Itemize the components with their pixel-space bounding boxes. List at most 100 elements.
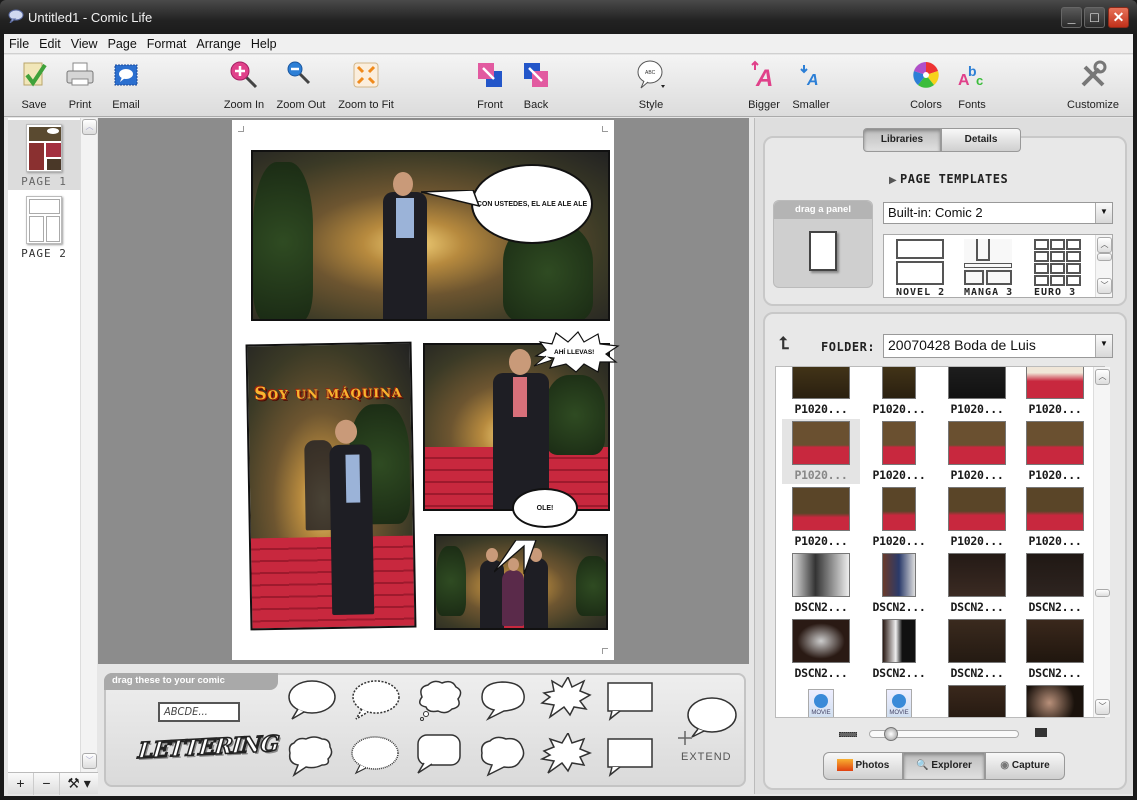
speech-bubble-3[interactable]: OLE! (512, 488, 578, 528)
style-button[interactable]: ABC Style (621, 59, 681, 111)
photo-thumbnail[interactable]: DSCN2... (860, 551, 938, 616)
page-tools-button[interactable]: ⚒ ▾ (60, 773, 98, 795)
scroll-thumb[interactable] (1095, 589, 1110, 597)
menu-edit[interactable]: Edit (34, 34, 66, 52)
pages-scrollbar[interactable]: ︿ ﹀ (80, 118, 97, 772)
menu-page[interactable]: Page (103, 34, 142, 52)
maximize-button[interactable]: □ (1084, 7, 1105, 28)
tab-libraries[interactable]: Libraries (863, 128, 941, 152)
photo-thumbnail[interactable]: P1020... (860, 367, 938, 418)
large-thumbs-icon (1035, 728, 1047, 737)
spiky-oval-bubble-tool[interactable] (284, 735, 336, 777)
scroll-thumb[interactable] (1097, 253, 1112, 261)
burst-bubble-2-tool[interactable] (540, 733, 592, 775)
rect-bubble-2-tool[interactable] (604, 735, 656, 777)
burst-bubble-tool[interactable] (540, 677, 592, 719)
photo-thumbnail[interactable]: P1020... (782, 485, 860, 550)
photo-thumbnail[interactable]: DSCN2... (938, 683, 1016, 717)
photo-thumbnail[interactable]: DSCN2... (860, 617, 938, 682)
photo-thumbnail[interactable]: P1020... (1016, 485, 1094, 550)
fonts-button[interactable]: Abc Fonts (942, 59, 1002, 111)
page-templates-header[interactable]: ▶ PAGE TEMPLATES (889, 172, 1008, 186)
lettering-tool[interactable]: LETTERING (136, 730, 280, 774)
photo-thumbnail[interactable]: P1020... (1016, 367, 1094, 418)
whisper-bubble-tool[interactable] (348, 679, 400, 721)
template-novel-2[interactable] (896, 239, 944, 285)
speech-bubble-1[interactable]: CON USTEDES, EL ALE ALE ALE (471, 164, 593, 244)
photo-thumbnail[interactable]: P1020... (782, 367, 860, 418)
photo-thumbnail[interactable]: DSCN2... (1016, 617, 1094, 682)
comic-page[interactable]: CON USTEDES, EL ALE ALE ALE Soy un máqui… (232, 120, 620, 660)
lettering-title[interactable]: Soy un máquina (254, 382, 402, 405)
comic-panel-1[interactable]: CON USTEDES, EL ALE ALE ALE (251, 150, 610, 321)
tab-photos[interactable]: Photos (823, 752, 903, 780)
drag-panel-tile[interactable]: drag a panel (773, 200, 873, 288)
extend-bubble-icon[interactable] (674, 695, 738, 747)
photo-thumbnail[interactable]: P1020... (860, 419, 938, 484)
close-button[interactable]: ✕ (1108, 7, 1129, 28)
photo-thumbnail[interactable]: MOVIEDSCN2... (782, 683, 860, 717)
photo-thumbnail[interactable]: P1020... (1016, 419, 1094, 484)
menu-help[interactable]: Help (246, 34, 282, 52)
photo-scrollbar[interactable]: ︿ ﹀ (1093, 367, 1110, 717)
menu-arrange[interactable]: Arrange (191, 34, 245, 52)
remove-page-button[interactable]: − (34, 773, 60, 795)
photo-preview (882, 619, 916, 663)
scroll-down-icon[interactable]: ﹀ (1095, 699, 1110, 715)
scroll-down-icon[interactable]: ﹀ (1097, 278, 1112, 294)
menu-file[interactable]: File (4, 34, 34, 52)
speech-bubble-1-text: CON USTEDES, EL ALE ALE ALE (476, 200, 588, 208)
scroll-up-icon[interactable]: ︿ (1097, 237, 1112, 253)
template-scrollbar[interactable]: ︿ ﹀ (1095, 235, 1112, 297)
photo-thumbnail[interactable]: P1020... (860, 485, 938, 550)
menu-view[interactable]: View (66, 34, 103, 52)
photo-thumbnail[interactable]: MOVIEDSCN2... (860, 683, 938, 717)
wavy-bubble-tool[interactable] (476, 679, 528, 721)
zoom-in-button[interactable]: Zoom In (214, 59, 274, 111)
page-thumbnail-1[interactable]: PAGE 1 (8, 120, 80, 190)
menu-format[interactable]: Format (142, 34, 192, 52)
slider-knob[interactable] (883, 727, 898, 741)
minimize-button[interactable]: _ (1061, 7, 1082, 28)
comic-panel-2[interactable]: Soy un máquina (245, 341, 417, 631)
photo-thumbnail[interactable]: P1020... (938, 485, 1016, 550)
scroll-up-icon[interactable]: ︿ (82, 119, 97, 135)
photo-preview (1026, 619, 1084, 663)
rounded-rect-bubble-tool[interactable] (412, 733, 464, 775)
pages-panel: PAGE 1 PAGE 2 (8, 118, 84, 772)
template-library-select[interactable]: Built-in: Comic 2 ▼ (883, 202, 1113, 224)
photo-thumbnail[interactable]: DSCN2... (938, 551, 1016, 616)
folder-select[interactable]: 20070428 Boda de Luis ▼ (883, 334, 1113, 358)
photo-thumbnail[interactable]: P1020... (782, 419, 860, 484)
photo-thumbnail[interactable]: DSCN2... (782, 617, 860, 682)
scroll-down-icon[interactable]: ﹀ (82, 753, 97, 769)
add-page-button[interactable]: + (8, 773, 34, 795)
cloud-bubble-tool[interactable] (476, 735, 528, 777)
customize-button[interactable]: Customize (1063, 59, 1123, 111)
thought-bubble-tool[interactable] (412, 679, 464, 721)
photo-thumbnail[interactable]: DSCN2... (1016, 683, 1094, 717)
oval-speech-bubble-tool[interactable] (284, 679, 336, 721)
scroll-up-icon[interactable]: ︿ (1095, 369, 1110, 385)
rect-bubble-tool[interactable] (604, 679, 656, 721)
email-button[interactable]: Email (96, 59, 156, 111)
template-euro-3[interactable] (1034, 239, 1082, 286)
zoom-to-fit-button[interactable]: Zoom to Fit (336, 59, 396, 111)
tab-explorer[interactable]: 🔍 Explorer (903, 752, 985, 780)
photo-thumbnail[interactable]: P1020... (938, 367, 1016, 418)
page-thumbnail-2[interactable]: PAGE 2 (8, 192, 80, 262)
fuzzy-bubble-tool[interactable] (348, 735, 400, 777)
tab-capture[interactable]: ◉ Capture (985, 752, 1065, 780)
back-button[interactable]: Back (506, 59, 566, 111)
smaller-button[interactable]: A Smaller (781, 59, 841, 111)
photo-thumbnail[interactable]: DSCN2... (938, 617, 1016, 682)
thumbnail-size-slider[interactable] (869, 727, 1019, 741)
folder-up-icon[interactable]: ⮤ (779, 334, 789, 354)
tab-details[interactable]: Details (941, 128, 1021, 152)
photo-thumbnail[interactable]: DSCN2... (782, 551, 860, 616)
template-manga-3[interactable] (964, 239, 1012, 285)
photo-thumbnail[interactable]: P1020... (938, 419, 1016, 484)
text-box-tool[interactable]: ABCDE... (158, 702, 240, 722)
zoom-out-button[interactable]: Zoom Out (271, 59, 331, 111)
photo-thumbnail[interactable]: DSCN2... (1016, 551, 1094, 616)
